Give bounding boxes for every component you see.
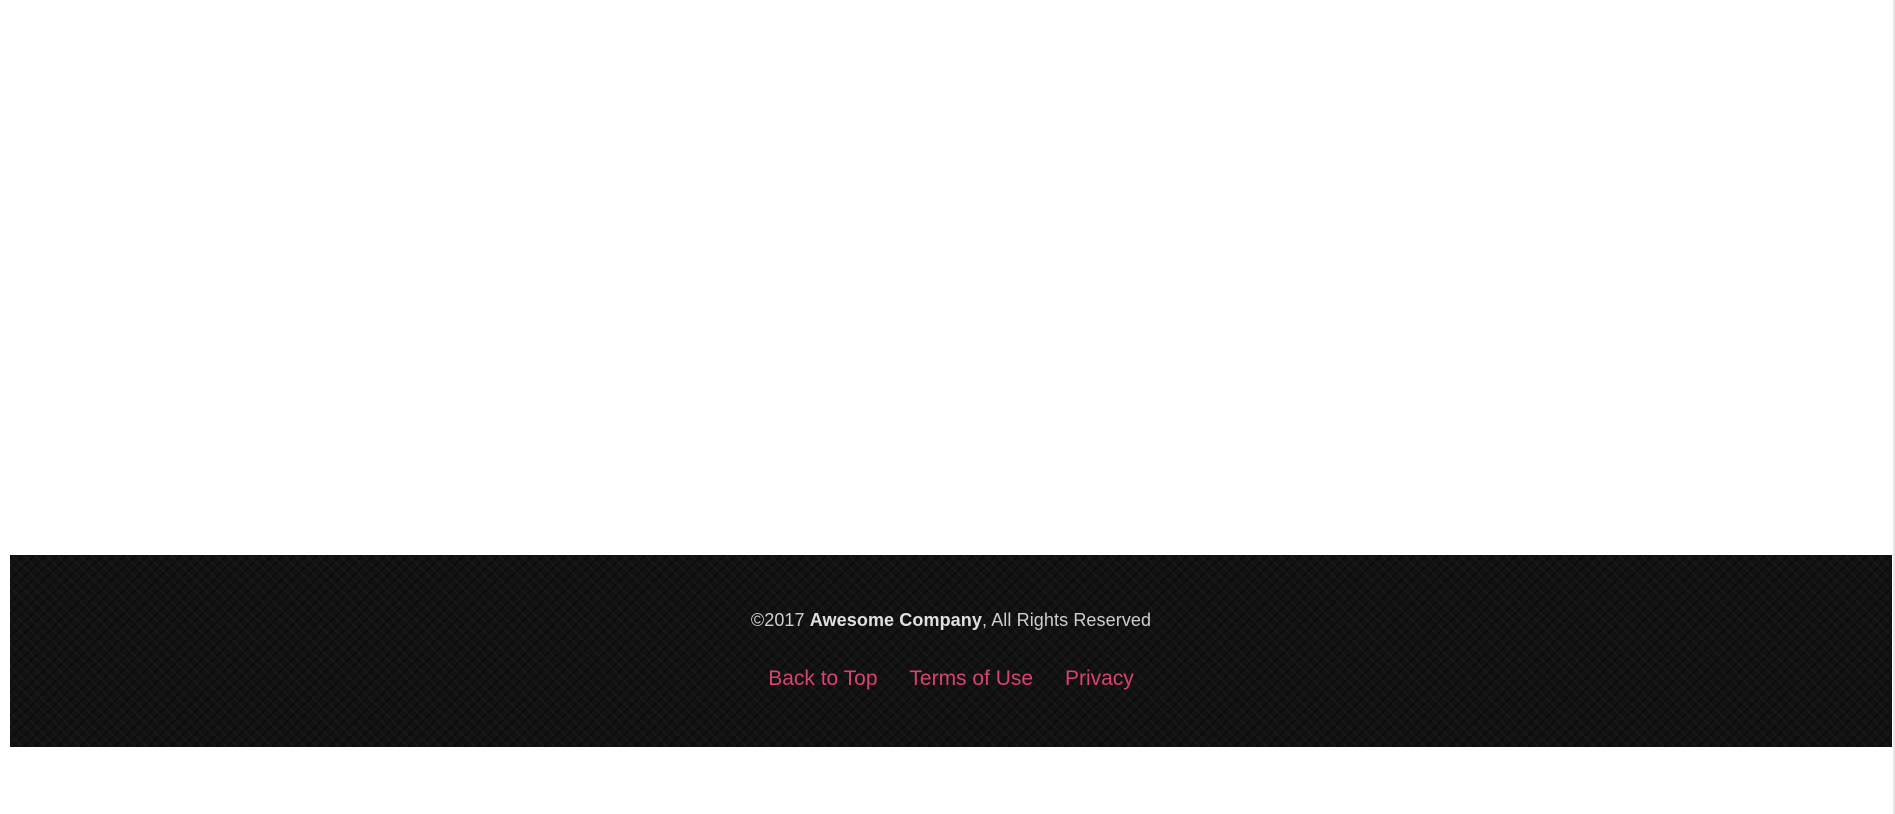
company-name: Awesome Company [809, 610, 982, 630]
back-to-top-link[interactable]: Back to Top [768, 667, 877, 690]
page: ©2017 Awesome Company, All Rights Reserv… [0, 0, 1895, 814]
copyright-suffix: , All Rights Reserved [981, 610, 1152, 630]
footer-links: Back to Top Terms of Use Privacy [10, 667, 1892, 691]
site-footer: ©2017 Awesome Company, All Rights Reserv… [10, 555, 1892, 747]
privacy-link[interactable]: Privacy [1065, 667, 1134, 690]
terms-of-use-link[interactable]: Terms of Use [909, 667, 1033, 690]
copyright-prefix: ©2017 [750, 610, 810, 630]
copyright-text: ©2017 Awesome Company, All Rights Reserv… [10, 610, 1892, 631]
